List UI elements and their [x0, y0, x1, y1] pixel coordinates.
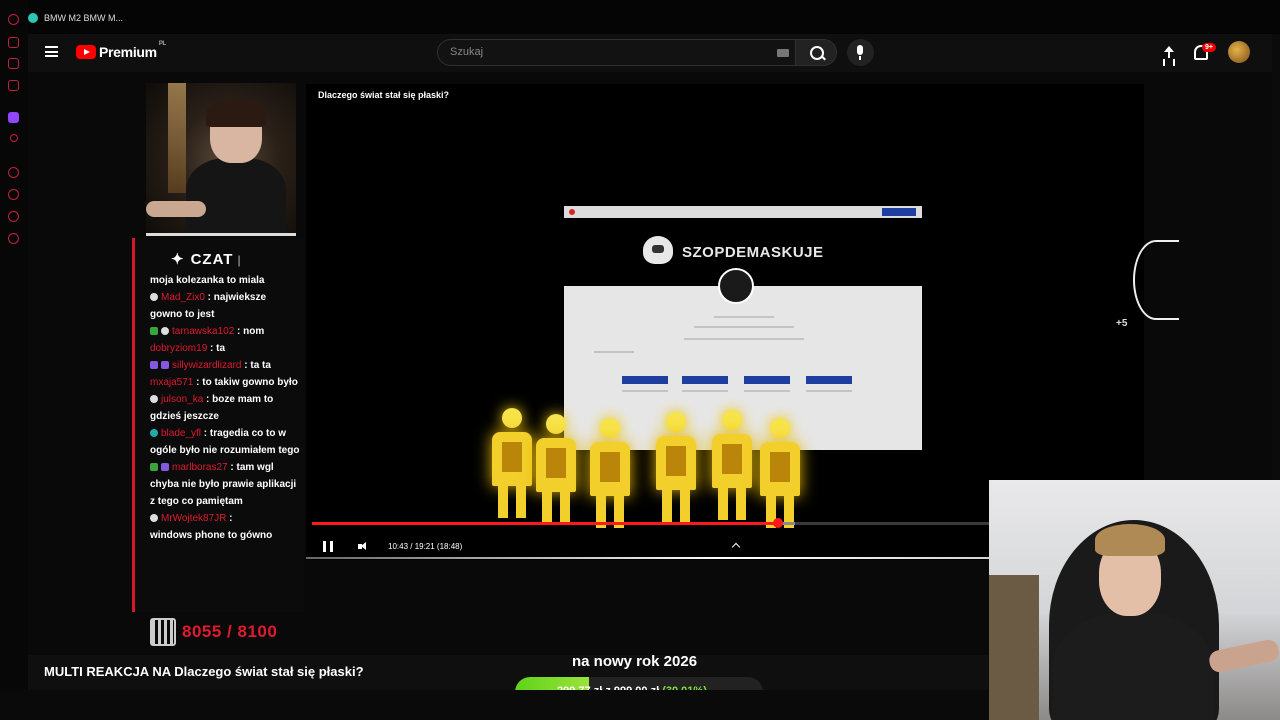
chat-text: ta [216, 343, 226, 354]
stream-title: MULTI REAKCJA NA Dlaczego świat stał się… [44, 664, 364, 679]
volume-icon[interactable] [358, 542, 368, 551]
youtube-logo-icon[interactable] [76, 45, 96, 59]
chat-message: sillywizardlizard : ta ta [150, 357, 300, 374]
sidebar-refresh-icon[interactable] [8, 14, 19, 25]
chat-badge-icon [150, 395, 158, 403]
seek-overlay [1130, 190, 1179, 430]
microphone-icon[interactable] [847, 39, 874, 66]
pause-icon[interactable] [323, 541, 333, 552]
chat-title: ✦ CZAT | [171, 251, 242, 268]
figure-icon [488, 408, 536, 518]
chat-badge-icon [161, 361, 169, 369]
search-box [437, 39, 796, 66]
browser-tab-strip: BMW M2 BMW M... [0, 0, 1280, 34]
bottom-strip [0, 690, 988, 720]
webcam-divider [146, 233, 296, 236]
chat-username[interactable]: mxaja571 [150, 377, 193, 388]
chat-text: to takiw gowno było [202, 377, 298, 388]
keyboard-icon[interactable] [777, 49, 789, 57]
chat-panel: ✦ CZAT | moja kolezanka to miala Mad_Zix0 :… [132, 238, 304, 612]
chat-message: marlboras27 : tam wgl chyba nie było pra… [150, 462, 297, 507]
site-name: SZOPDEMASKUJE [682, 244, 824, 261]
video-title: Dlaczego świat stał się płaski? [318, 90, 450, 100]
chat-message: julson_ka : boze mam to gdzieś jeszcze [150, 394, 274, 422]
sidebar-small-icon[interactable] [10, 134, 18, 142]
chat-badge-icon [150, 361, 158, 369]
chat-badge-icon [150, 429, 158, 437]
tab-title: BMW M2 BMW M... [44, 13, 123, 23]
chat-message: tarnawska102 : nom [150, 323, 300, 340]
figure-icon [756, 418, 804, 528]
chat-username[interactable]: Mad_Zix0 [161, 292, 205, 303]
search-button[interactable] [795, 39, 837, 66]
upload-icon[interactable] [1162, 45, 1176, 61]
chat-badge-icon [161, 327, 169, 335]
figure-icon [586, 418, 634, 528]
sidebar-media-icon[interactable] [8, 80, 19, 91]
chat-badge-icon [150, 463, 158, 471]
chat-badge-icon [150, 514, 158, 522]
goal-title: na nowy rok 2026 [572, 653, 698, 670]
chat-message: moja kolezanka to miala [150, 272, 300, 289]
chat-message: mxaja571 : to takiw gowno było [150, 377, 298, 388]
chat-message: MrWojtek87JR : [150, 510, 300, 527]
figure-icon [652, 412, 700, 522]
chat-username[interactable]: tarnawska102 [172, 326, 234, 337]
chat-username[interactable]: MrWojtek87JR [161, 513, 226, 524]
search-input[interactable] [438, 40, 758, 64]
sub-counter: 8055 / 8100 [150, 618, 277, 646]
notification-badge: 9+ [1202, 43, 1216, 52]
menu-icon[interactable] [45, 46, 58, 57]
chat-badge-icon [150, 293, 158, 301]
chat-message: Mad_Zix0 : najwieksze gowno to jest [150, 292, 267, 320]
twitch-icon[interactable] [8, 112, 19, 123]
site-navbar [564, 206, 922, 218]
chat-username[interactable]: dobryziom19 [150, 343, 207, 354]
streamer-webcam-2 [989, 480, 1280, 720]
chat-badge-icon [150, 327, 158, 335]
raccoon-logo-icon [643, 236, 673, 264]
sidebar-settings-icon[interactable] [8, 233, 19, 244]
chat-username[interactable]: marlboras27 [172, 462, 228, 473]
figure-icon [708, 410, 756, 520]
progress-scrubber[interactable] [772, 518, 783, 528]
progress-played [312, 522, 778, 525]
chat-username[interactable]: julson_ka [161, 394, 203, 405]
tab-favicon-icon [28, 13, 38, 23]
account-avatar[interactable] [1228, 41, 1250, 63]
chat-badge-icon [161, 463, 169, 471]
sidebar-history-icon[interactable] [8, 189, 19, 200]
chevron-up-icon[interactable] [731, 542, 741, 552]
chat-message: blade_yfl : tragedia co to w ogóle było … [150, 428, 300, 456]
chat-text: ta ta [250, 360, 271, 371]
skip-forward-label[interactable]: +5 [1116, 318, 1127, 329]
browser-tab[interactable]: BMW M2 BMW M... [28, 8, 123, 28]
sub-count: 8055 / 8100 [182, 622, 278, 641]
streamer-webcam [146, 83, 296, 233]
chat-message: dobryziom19 : ta [150, 343, 226, 354]
brand-label[interactable]: Premium PL [99, 41, 166, 60]
chat-username[interactable]: blade_yfl [161, 428, 201, 439]
sidebar-play-icon[interactable] [8, 167, 19, 178]
chat-messages: moja kolezanka to miala Mad_Zix0 : najwie… [150, 272, 300, 544]
chat-text: moja kolezanka to miala [150, 275, 265, 286]
sparkle-icon: ✦ [171, 251, 185, 268]
sidebar-chat-icon[interactable] [8, 211, 19, 222]
sidebar-shop-icon[interactable] [8, 37, 19, 48]
chat-text: windows phone to gówno [150, 530, 273, 541]
time-display: 10:43 / 19:21 (18:48) [388, 542, 463, 551]
figure-icon [532, 414, 580, 524]
channel-logo-icon [150, 618, 176, 646]
chat-username[interactable]: sillywizardlizard [172, 360, 241, 371]
browser-sidebar [0, 0, 28, 720]
sidebar-app-icon[interactable] [8, 58, 19, 69]
chat-text: nom [243, 326, 265, 337]
chat-message: windows phone to gówno [150, 527, 300, 544]
youtube-header: PremiumPL 9+ [28, 34, 1272, 72]
